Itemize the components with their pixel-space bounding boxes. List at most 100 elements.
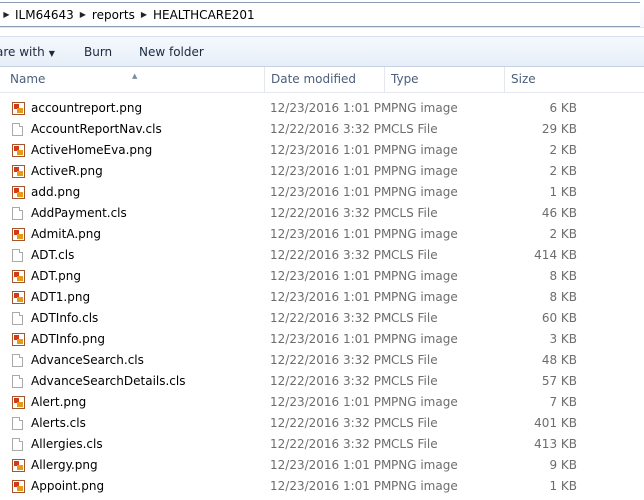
file-name: ADT.cls <box>31 248 75 262</box>
file-row[interactable]: ActiveR.png 12/23/2016 1:01 PM PNG image 2 … <box>0 161 644 182</box>
file-name: ADT.png <box>31 269 82 283</box>
file-type: PNG image <box>391 458 458 472</box>
file-row[interactable]: add.png 12/23/2016 1:01 PM PNG image 1 KB <box>0 182 644 203</box>
file-date-modified: 12/22/2016 3:32 PM <box>270 122 392 136</box>
file-size: 7 KB <box>549 395 577 409</box>
sort-ascending-icon: ▲ <box>132 72 138 80</box>
breadcrumb-item-healthcare201[interactable]: HEALTHCARE201 <box>149 8 259 22</box>
cls-file-icon <box>12 249 23 262</box>
file-row[interactable]: AccountReportNav.cls 12/22/2016 3:32 PM CL… <box>0 119 644 140</box>
file-type: PNG image <box>391 332 458 346</box>
file-size: 6 KB <box>549 101 577 115</box>
command-bar: are with ▼ Burn New folder <box>0 36 644 67</box>
file-name: ADTInfo.png <box>31 332 105 346</box>
file-size: 1 KB <box>549 185 577 199</box>
file-date-modified: 12/23/2016 1:01 PM <box>270 290 392 304</box>
file-row[interactable]: ADT.png 12/23/2016 1:01 PM PNG image 8 KB <box>0 266 644 287</box>
file-row[interactable]: Allergies.cls 12/22/2016 3:32 PM CLS File 4… <box>0 434 644 455</box>
column-header-type[interactable]: Type <box>385 67 505 92</box>
cls-file-icon <box>12 417 23 430</box>
file-size: 48 KB <box>541 353 577 367</box>
file-size: 401 KB <box>534 416 577 430</box>
file-date-modified: 12/22/2016 3:32 PM <box>270 374 392 388</box>
column-header-row: ▲ Name Date modified Type Size <box>0 67 644 93</box>
file-row[interactable]: Alerts.cls 12/22/2016 3:32 PM CLS File 401 … <box>0 413 644 434</box>
file-size: 60 KB <box>541 311 577 325</box>
address-bar[interactable]: ▶ ILM64643 ▶ reports ▶ HEALTHCARE201 <box>0 0 644 28</box>
png-file-icon <box>12 228 25 241</box>
png-file-icon <box>12 102 25 115</box>
column-header-date-modified[interactable]: Date modified <box>265 67 385 92</box>
file-size: 29 KB <box>541 122 577 136</box>
file-date-modified: 12/23/2016 1:01 PM <box>270 269 392 283</box>
new-folder-button[interactable]: New folder <box>139 45 204 59</box>
file-row[interactable]: ADT.cls 12/22/2016 3:32 PM CLS File 414 KB <box>0 245 644 266</box>
file-date-modified: 12/23/2016 1:01 PM <box>270 458 392 472</box>
file-name: AccountReportNav.cls <box>31 122 162 136</box>
column-header-size[interactable]: Size <box>505 67 585 92</box>
file-date-modified: 12/23/2016 1:01 PM <box>270 479 392 493</box>
share-with-button[interactable]: are with ▼ <box>0 45 55 59</box>
file-type: PNG image <box>391 395 458 409</box>
file-row[interactable]: Allergy.png 12/23/2016 1:01 PM PNG image 9 … <box>0 455 644 476</box>
file-name: AdmitA.png <box>31 227 101 241</box>
column-header-name[interactable]: ▲ Name <box>4 67 265 92</box>
chevron-right-icon[interactable]: ▶ <box>78 10 88 19</box>
file-name: add.png <box>31 185 81 199</box>
file-name: ADT1.png <box>31 290 91 304</box>
file-row[interactable]: ADT1.png 12/23/2016 1:01 PM PNG image 8 KB <box>0 287 644 308</box>
file-date-modified: 12/22/2016 3:32 PM <box>270 353 392 367</box>
file-type: CLS File <box>391 311 438 325</box>
file-row[interactable]: AdmitA.png 12/23/2016 1:01 PM PNG image 2 K… <box>0 224 644 245</box>
file-row[interactable]: AdvanceSearch.cls 12/22/2016 3:32 PM CLS F… <box>0 350 644 371</box>
file-row[interactable]: AddPayment.cls 12/22/2016 3:32 PM CLS File… <box>0 203 644 224</box>
breadcrumb-item-reports[interactable]: reports <box>88 8 139 22</box>
file-date-modified: 12/23/2016 1:01 PM <box>270 101 392 115</box>
file-name: Appoint.png <box>31 479 105 493</box>
file-row[interactable]: Alert.png 12/23/2016 1:01 PM PNG image 7 KB <box>0 392 644 413</box>
file-name: Alerts.cls <box>31 416 86 430</box>
file-row[interactable]: accountreport.png 12/23/2016 1:01 PM PNG i… <box>0 98 644 119</box>
png-file-icon <box>12 396 25 409</box>
cls-file-icon <box>12 375 23 388</box>
file-type: PNG image <box>391 269 458 283</box>
file-type: CLS File <box>391 248 438 262</box>
file-size: 2 KB <box>549 227 577 241</box>
file-size: 8 KB <box>549 290 577 304</box>
file-date-modified: 12/23/2016 1:01 PM <box>270 227 392 241</box>
file-type: CLS File <box>391 374 438 388</box>
file-name: AddPayment.cls <box>31 206 127 220</box>
png-file-icon <box>12 333 25 346</box>
file-type: PNG image <box>391 479 458 493</box>
file-type: CLS File <box>391 122 438 136</box>
file-name: ADTInfo.cls <box>31 311 99 325</box>
chevron-right-icon[interactable]: ▶ <box>139 10 149 19</box>
breadcrumb[interactable]: ▶ ILM64643 ▶ reports ▶ HEALTHCARE201 <box>0 2 640 27</box>
cls-file-icon <box>12 438 23 451</box>
png-file-icon <box>12 291 25 304</box>
file-row[interactable]: ADTInfo.cls 12/22/2016 3:32 PM CLS File 60 … <box>0 308 644 329</box>
file-type: CLS File <box>391 437 438 451</box>
file-size: 46 KB <box>541 206 577 220</box>
file-size: 57 KB <box>541 374 577 388</box>
file-size: 2 KB <box>549 143 577 157</box>
file-row[interactable]: ADTInfo.png 12/23/2016 1:01 PM PNG image 3 … <box>0 329 644 350</box>
file-size: 8 KB <box>549 269 577 283</box>
file-size: 9 KB <box>549 458 577 472</box>
png-file-icon <box>12 165 25 178</box>
file-date-modified: 12/23/2016 1:01 PM <box>270 185 392 199</box>
breadcrumb-item-ilm64643[interactable]: ILM64643 <box>11 8 78 22</box>
burn-button[interactable]: Burn <box>84 45 112 59</box>
png-file-icon <box>12 459 25 472</box>
file-date-modified: 12/22/2016 3:32 PM <box>270 311 392 325</box>
file-date-modified: 12/22/2016 3:32 PM <box>270 248 392 262</box>
share-with-label: are with <box>0 44 45 59</box>
file-row[interactable]: ActiveHomeEva.png 12/23/2016 1:01 PM PNG i… <box>0 140 644 161</box>
column-header-name-label: Name <box>10 72 46 86</box>
file-row[interactable]: Appoint.png 12/23/2016 1:01 PM PNG image 1 … <box>0 476 644 497</box>
chevron-right-icon[interactable]: ▶ <box>2 10 11 19</box>
file-size: 2 KB <box>549 164 577 178</box>
file-type: CLS File <box>391 416 438 430</box>
file-name: Allergy.png <box>31 458 98 472</box>
file-row[interactable]: AdvanceSearchDetails.cls 12/22/2016 3:32 … <box>0 371 644 392</box>
